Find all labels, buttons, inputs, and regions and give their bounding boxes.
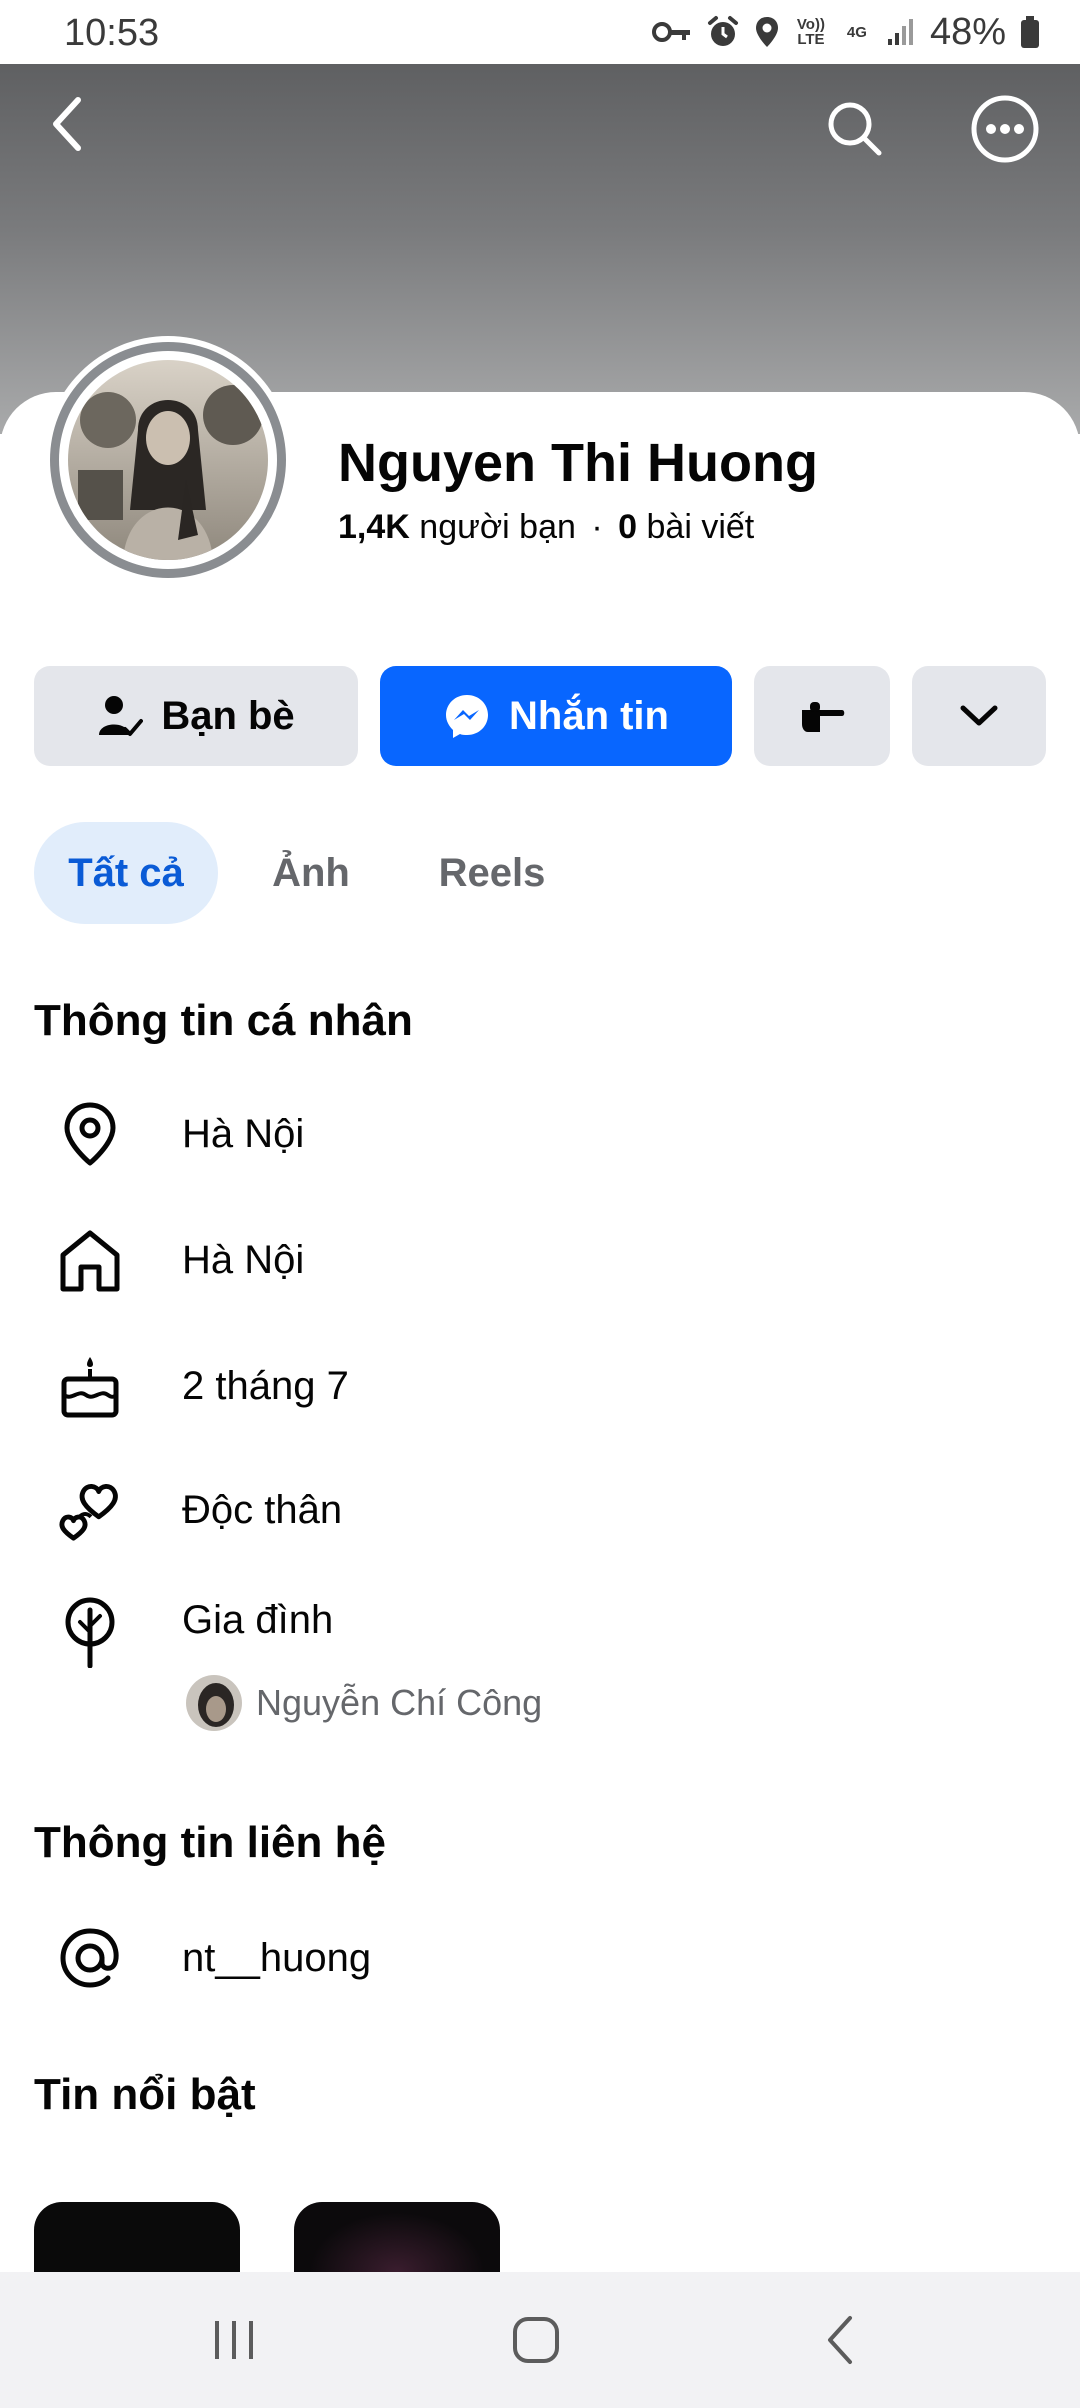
home-nav-icon — [513, 2317, 559, 2363]
info-row-username[interactable]: nt__huong — [0, 1908, 1080, 2008]
info-text-relationship: Độc thân — [182, 1488, 343, 1532]
info-text-current-city: Hà Nội — [182, 1112, 305, 1156]
info-text-family: Gia đình — [182, 1598, 334, 1642]
friends-label[interactable]: người bạn — [419, 508, 576, 546]
more-options-button[interactable] — [968, 92, 1042, 166]
friends-button[interactable]: Bạn bè — [34, 666, 358, 766]
featured-story-2[interactable] — [294, 2202, 500, 2272]
chevron-left-icon — [53, 97, 81, 151]
info-text-birthday: 2 tháng 7 — [182, 1364, 349, 1408]
stats-separator: · — [591, 508, 603, 546]
profile-name: Nguyen Thi Huong — [338, 433, 818, 493]
status-bar: 10:53 Vo)) LTE 4G 48% — [0, 0, 1080, 64]
location-pin-icon — [56, 1100, 124, 1168]
tab-all[interactable]: Tất cả — [34, 822, 218, 924]
volte-indicator: Vo)) LTE — [796, 16, 825, 48]
poke-button[interactable] — [754, 666, 890, 766]
messenger-icon — [446, 695, 488, 738]
vpn-key-icon — [651, 19, 692, 45]
birthday-cake-icon — [56, 1352, 124, 1420]
info-row-relationship[interactable]: Độc thân — [0, 1460, 1080, 1560]
info-row-hometown[interactable]: Hà Nội — [0, 1210, 1080, 1310]
battery-percentage: 48% — [929, 10, 1006, 53]
more-actions-button[interactable] — [912, 666, 1046, 766]
chevron-down-icon — [960, 705, 998, 726]
info-row-family[interactable]: Gia đình — [0, 1572, 1080, 1672]
system-back-button[interactable] — [780, 2300, 900, 2380]
recent-apps-button[interactable] — [174, 2300, 294, 2380]
system-nav-bar — [0, 2272, 1080, 2408]
battery-icon — [1020, 15, 1040, 49]
location-status-icon — [754, 15, 780, 49]
featured-story-1[interactable] — [34, 2202, 240, 2272]
back-nav-icon — [828, 2316, 852, 2364]
friends-button-label: Bạn bè — [161, 693, 295, 738]
profile-avatar[interactable] — [44, 336, 292, 584]
status-icons: Vo)) LTE 4G 48% — [651, 10, 1040, 54]
info-row-current-city[interactable]: Hà Nội — [0, 1084, 1080, 1184]
status-time: 10:53 — [64, 12, 160, 54]
family-member[interactable]: Nguyễn Chí Công — [186, 1674, 542, 1732]
home-icon — [56, 1226, 124, 1294]
friends-count[interactable]: 1,4K — [338, 508, 410, 546]
hearts-icon — [56, 1476, 124, 1544]
family-member-avatar — [186, 1675, 242, 1731]
friend-check-icon — [99, 696, 144, 736]
profile-stats: 1,4K người bạn · 0 bài viết — [338, 508, 754, 547]
info-row-birthday[interactable]: 2 tháng 7 — [0, 1336, 1080, 1436]
search-button[interactable] — [820, 94, 890, 164]
posts-label: bài viết — [646, 508, 755, 546]
featured-title: Tin nổi bật — [34, 2070, 256, 2119]
poke-hand-icon — [802, 702, 845, 732]
tab-reels[interactable]: Reels — [410, 822, 574, 924]
recent-apps-icon — [215, 2321, 253, 2359]
more-dots-icon — [971, 95, 1039, 163]
contact-info-title: Thông tin liên hệ — [34, 1818, 386, 1867]
search-icon — [828, 102, 882, 156]
back-button[interactable] — [36, 92, 100, 156]
avatar-photo — [68, 360, 268, 560]
info-text-username: nt__huong — [182, 1936, 372, 1980]
network-indicator: 4G — [846, 23, 867, 41]
at-sign-icon — [56, 1924, 124, 1992]
tab-photos[interactable]: Ảnh — [246, 822, 376, 924]
info-text-hometown: Hà Nội — [182, 1238, 305, 1282]
message-button[interactable]: Nhắn tin — [380, 666, 732, 766]
posts-count: 0 — [618, 508, 638, 546]
family-tree-icon — [56, 1597, 124, 1668]
home-button[interactable] — [476, 2300, 596, 2380]
personal-info-title: Thông tin cá nhân — [34, 996, 413, 1045]
signal-icon — [886, 17, 916, 47]
alarm-icon — [706, 15, 740, 49]
family-member-name: Nguyễn Chí Công — [256, 1682, 543, 1723]
message-button-label: Nhắn tin — [509, 693, 669, 738]
